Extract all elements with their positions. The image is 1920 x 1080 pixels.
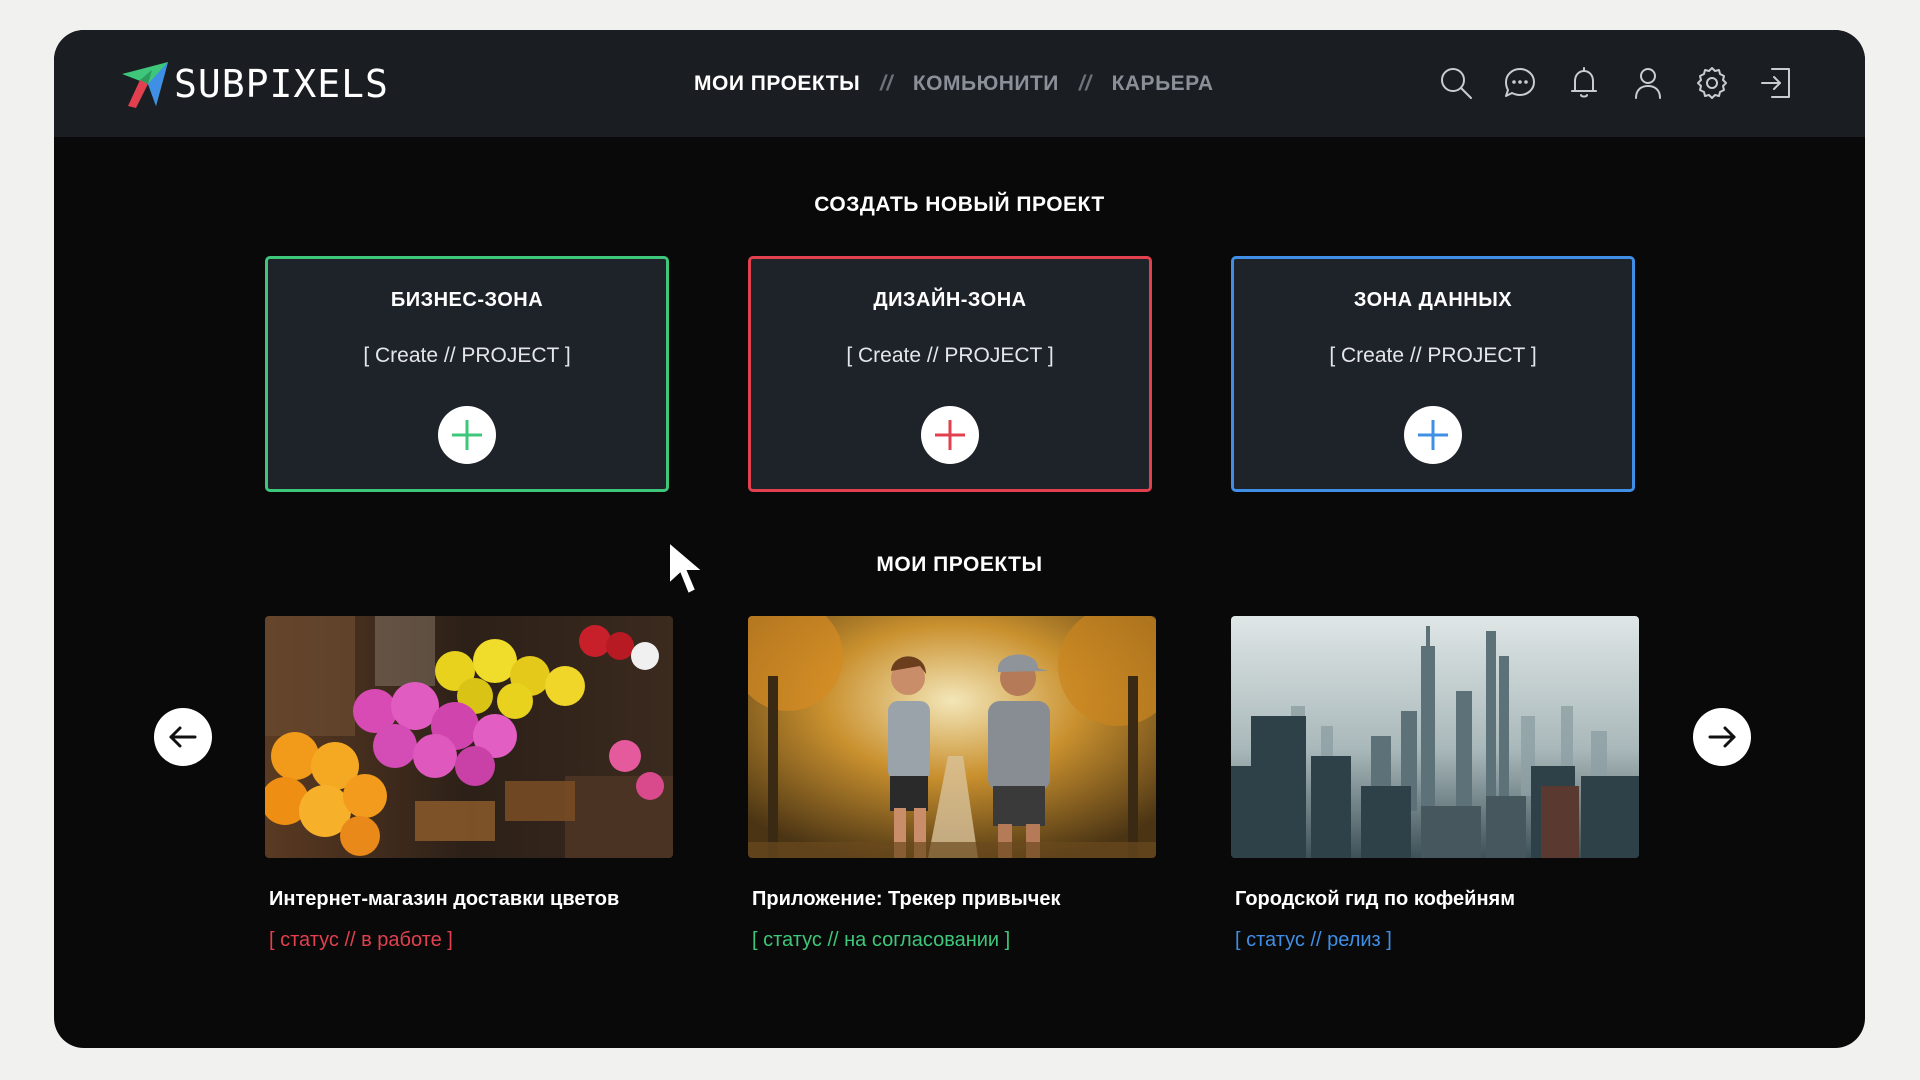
add-business-project-button[interactable]	[438, 406, 496, 464]
gear-icon[interactable]	[1693, 60, 1731, 106]
add-data-project-button[interactable]	[1404, 406, 1462, 464]
project-card[interactable]: Городской гид по кофейням [ статус // ре…	[1231, 616, 1639, 952]
business-zone-card[interactable]: БИЗНЕС-ЗОНА [ Create // PROJECT ]	[265, 256, 669, 492]
project-title[interactable]: Приложение: Трекер привычек	[752, 888, 1156, 911]
brand-name: SUBPIXELS	[174, 62, 389, 106]
carousel-prev-button[interactable]	[154, 708, 212, 766]
logo[interactable]: SUBPIXELS	[120, 60, 389, 108]
plus-icon	[935, 420, 965, 450]
project-card[interactable]: Интернет-магазин доставки цветов [ стату…	[265, 616, 673, 952]
city-skyline-photo[interactable]	[1231, 616, 1639, 858]
zone-title: БИЗНЕС-ЗОНА	[390, 289, 544, 311]
zone-subtitle: [ Create // PROJECT ]	[846, 344, 1054, 367]
search-icon[interactable]	[1437, 60, 1475, 106]
project-card[interactable]: Приложение: Трекер привычек [ статус // …	[748, 616, 1156, 952]
nav-separator: //	[880, 71, 893, 95]
logo-icon	[122, 62, 168, 108]
project-status: [ статус // релиз ]	[1235, 929, 1392, 951]
bell-icon[interactable]	[1565, 60, 1603, 106]
nav-separator: //	[1078, 71, 1092, 95]
app-window: SUBPIXELS МОИ ПРОЕКТЫ // КОМЬЮНИТИ // КА…	[54, 30, 1865, 1048]
project-status: [ статус // на согласовании ]	[752, 929, 1011, 951]
arrow-right-icon	[1708, 726, 1736, 748]
add-design-project-button[interactable]	[921, 406, 979, 464]
project-title[interactable]: Городской гид по кофейням	[1235, 888, 1639, 911]
create-section-title: СОЗДАТЬ НОВЫЙ ПРОЕКТ	[814, 193, 1105, 216]
chat-icon[interactable]	[1501, 60, 1539, 106]
carousel-next-button[interactable]	[1693, 708, 1751, 766]
zone-title: ЗОНА ДАННЫХ	[1353, 289, 1513, 311]
nav-item-community[interactable]: КОМЬЮНИТИ	[913, 72, 1059, 96]
running-couple-photo[interactable]	[748, 616, 1156, 858]
design-zone-card[interactable]: ДИЗАЙН-ЗОНА [ Create // PROJECT ]	[748, 256, 1152, 492]
user-icon[interactable]	[1629, 60, 1667, 106]
nav-item-career[interactable]: КАРЬЕРА	[1112, 72, 1214, 96]
zone-title: ДИЗАЙН-ЗОНА	[873, 289, 1027, 311]
zone-subtitle: [ Create // PROJECT ]	[363, 344, 571, 367]
project-status: [ статус // в работе ]	[269, 929, 453, 951]
nav-item-my-projects[interactable]: МОИ ПРОЕКТЫ	[694, 72, 860, 96]
project-title[interactable]: Интернет-магазин доставки цветов	[269, 888, 673, 911]
projects-section-title: МОИ ПРОЕКТЫ	[876, 553, 1043, 576]
header-actions	[1437, 60, 1795, 106]
plus-icon	[1418, 420, 1448, 450]
top-bar: SUBPIXELS МОИ ПРОЕКТЫ // КОМЬЮНИТИ // КА…	[54, 30, 1865, 137]
main-nav: МОИ ПРОЕКТЫ // КОМЬЮНИТИ // КАРЬЕРА	[694, 30, 1214, 137]
zone-subtitle: [ Create // PROJECT ]	[1329, 344, 1537, 367]
logout-icon[interactable]	[1757, 60, 1795, 106]
arrow-left-icon	[169, 726, 197, 748]
flower-shop-photo[interactable]	[265, 616, 673, 858]
plus-icon	[452, 420, 482, 450]
data-zone-card[interactable]: ЗОНА ДАННЫХ [ Create // PROJECT ]	[1231, 256, 1635, 492]
